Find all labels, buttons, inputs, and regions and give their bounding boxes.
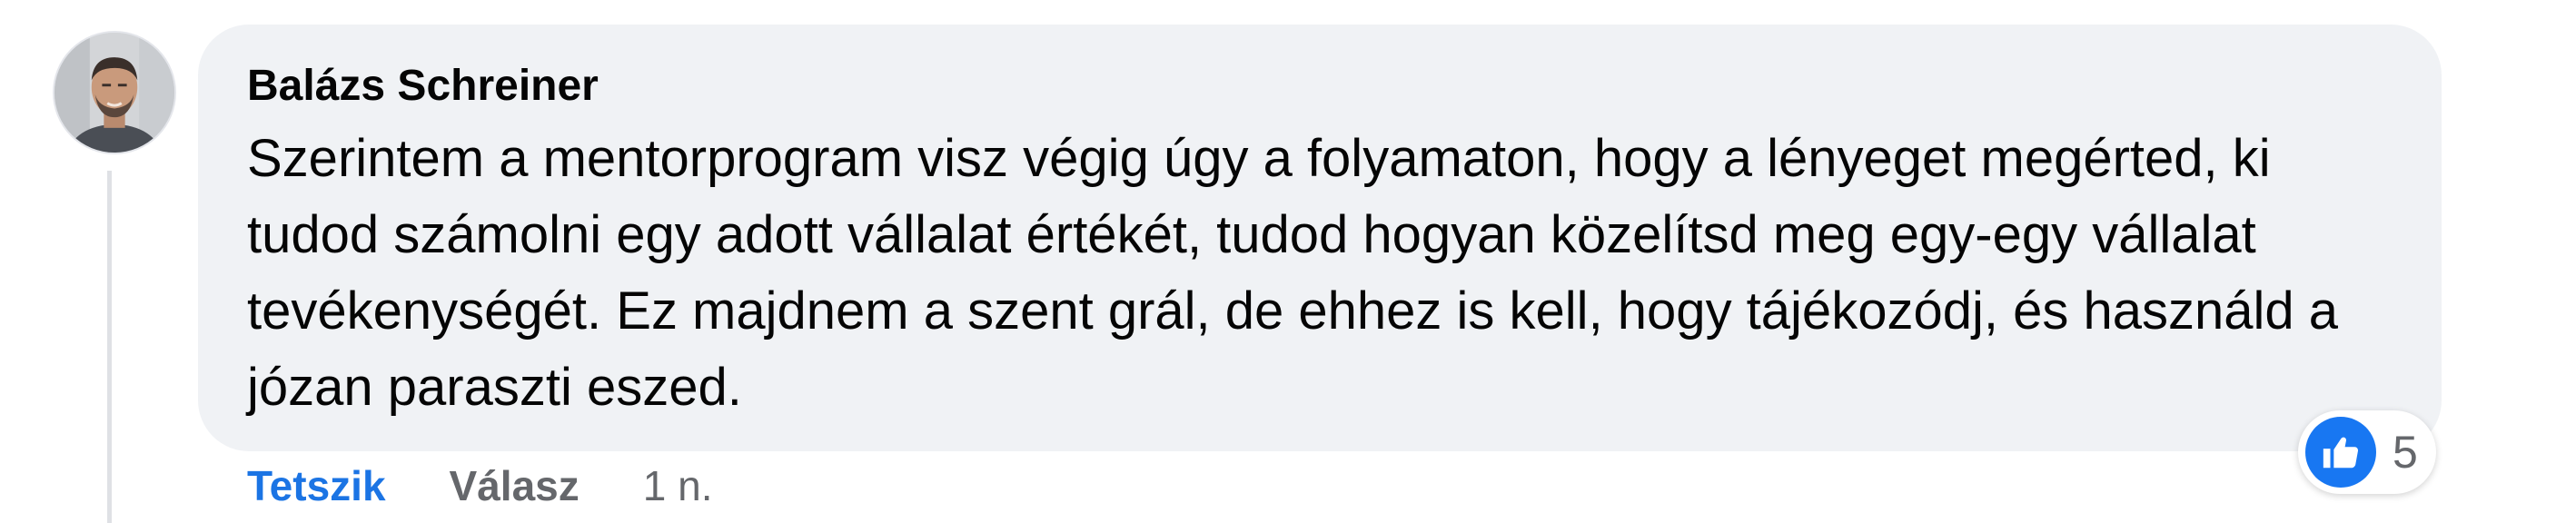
avatar[interactable] bbox=[53, 31, 176, 154]
profile-photo-icon bbox=[54, 33, 174, 153]
thread-line bbox=[107, 171, 112, 523]
comment-author[interactable]: Balázs Schreiner bbox=[247, 59, 599, 113]
reply-button[interactable]: Válasz bbox=[450, 461, 580, 510]
comment-bubble: Balázs Schreiner Szerintem a mentorprogr… bbox=[198, 25, 2442, 451]
comment-text: Szerintem a mentorprogram visz végig úgy… bbox=[247, 129, 2338, 417]
reaction-count: 5 bbox=[2393, 427, 2418, 478]
thumbs-up-icon bbox=[2305, 417, 2376, 488]
reactions-summary[interactable]: 5 bbox=[2298, 410, 2436, 494]
comment-timestamp[interactable]: 1 n. bbox=[643, 461, 713, 510]
comment-actions: Tetszik Válasz 1 n. bbox=[247, 454, 713, 518]
like-button[interactable]: Tetszik bbox=[247, 461, 386, 510]
